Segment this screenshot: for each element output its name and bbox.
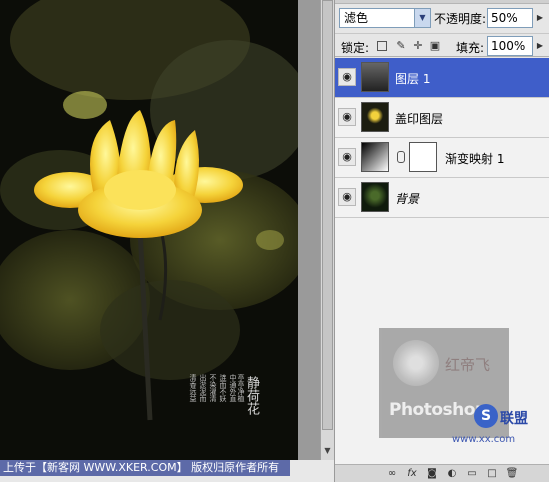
lock-row: 锁定: ✎ ✛ ▣ 填充: 100% ▶ (335, 33, 549, 57)
poem-line: 涟而不妖 (219, 374, 227, 402)
site-logo-text: 联盟 (500, 411, 528, 427)
layer-name: 背景 (395, 192, 420, 206)
lotus-artwork: 清香远益 出淤泥而 不染濯清 涟而不妖 中通外直 亭亭净植 静荷花 (0, 0, 298, 460)
layer-mask-thumbnail (409, 142, 437, 172)
layer-row[interactable]: ◉ 盖印图层 (335, 98, 549, 138)
layer-name: 盖印图层 (395, 112, 444, 126)
fill-slider-arrow-icon[interactable]: ▶ (534, 36, 546, 56)
lock-transparent-icon[interactable] (377, 41, 387, 51)
layer-row[interactable]: ◉ 背景 (335, 178, 549, 218)
layer-name: 渐变映射 1 (445, 152, 505, 166)
blend-mode-select[interactable]: 滤色 ▼ (339, 8, 431, 28)
eye-icon[interactable]: ◉ (338, 68, 356, 86)
adjustment-layer-icon[interactable]: ◐ (445, 467, 459, 481)
poem-title: 静荷花 (244, 376, 259, 415)
upload-caption: 上传于【新客网 WWW.XKER.COM】 版权归原作者所有 (0, 460, 290, 476)
site-logo-sub: www.xx.com (452, 434, 516, 445)
poem-block: 清香远益 出淤泥而 不染濯清 涟而不妖 中通外直 亭亭净植 静荷花 (188, 374, 278, 444)
layer-row[interactable]: ◉ 渐变映射 1 (335, 138, 549, 178)
lock-icon[interactable]: ▣ (429, 40, 441, 52)
chain-link-icon (397, 151, 405, 163)
scroll-down-arrow-icon[interactable]: ▼ (321, 444, 334, 458)
eye-icon[interactable]: ◉ (338, 148, 356, 166)
opacity-label: 不透明度: (434, 12, 487, 26)
eye-icon[interactable]: ◉ (338, 188, 356, 206)
fx-icon[interactable]: fx (405, 467, 419, 481)
layers-bottom-bar: ∞ fx ◙ ◐ ▭ □ 🗑 (335, 464, 549, 482)
delete-layer-icon[interactable]: 🗑 (505, 467, 519, 481)
document-canvas[interactable]: 清香远益 出淤泥而 不染濯清 涟而不妖 中通外直 亭亭净植 静荷花 上传于【新客… (0, 0, 320, 476)
poem-line: 不染濯清 (209, 374, 217, 402)
eye-icon[interactable]: ◉ (338, 108, 356, 126)
poem-line: 清香远益 (189, 374, 197, 402)
poem-line: 出淤泥而 (199, 374, 207, 402)
layer-row[interactable]: ◉ 图层 1 (335, 58, 549, 98)
gradient-map-thumbnail (361, 142, 389, 172)
scrollbar-thumb[interactable] (322, 0, 333, 430)
opacity-slider-arrow-icon[interactable]: ▶ (534, 8, 546, 28)
new-layer-icon[interactable]: □ (485, 467, 499, 481)
vertical-scrollbar[interactable]: ▼ (320, 0, 334, 460)
opacity-input[interactable]: 50% (487, 8, 533, 28)
layer-thumbnail (361, 102, 389, 132)
site-logo-icon: S (474, 404, 498, 428)
fill-label: 填充: (456, 41, 485, 55)
layer-name: 图层 1 (395, 72, 431, 86)
chevron-down-icon[interactable]: ▼ (414, 9, 430, 27)
lock-label: 锁定: (341, 41, 370, 55)
move-icon[interactable]: ✛ (412, 40, 424, 52)
panel-top-strip (335, 0, 549, 4)
site-logo: S 联盟 www.xx.com (430, 380, 549, 460)
brush-icon[interactable]: ✎ (395, 40, 407, 52)
new-group-icon[interactable]: ▭ (465, 467, 479, 481)
watermark-subtitle: 红帝飞 (445, 356, 491, 374)
fill-input[interactable]: 100% (487, 36, 533, 56)
layer-thumbnail (361, 182, 389, 212)
blend-mode-value: 滤色 (344, 11, 369, 25)
add-mask-icon[interactable]: ◙ (425, 467, 439, 481)
layer-thumbnail (361, 62, 389, 92)
link-layers-icon[interactable]: ∞ (385, 467, 399, 481)
